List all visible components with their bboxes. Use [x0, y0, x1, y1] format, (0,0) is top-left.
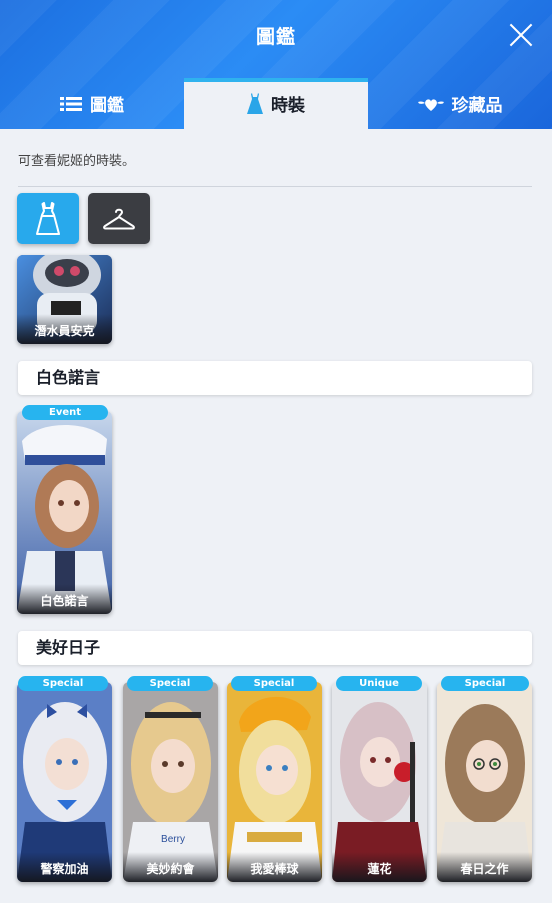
costume-badge: Unique [336, 676, 422, 691]
costume-card[interactable]: 春日之作 [437, 682, 532, 882]
tab-costume-label: 時裝 [271, 96, 305, 116]
page-description: 可查看妮姬的時裝。 [18, 154, 136, 169]
costume-card[interactable]: Berry 美妙約會 [123, 682, 218, 882]
costume-name: 潛水員安克 [17, 314, 112, 344]
tab-codex[interactable]: 圖鑑 [0, 78, 184, 129]
tab-bar: 圖鑑 時裝 珍藏品 [0, 78, 552, 129]
tab-collection[interactable]: 珍藏品 [368, 78, 552, 129]
section-header: 美好日子 [18, 631, 532, 665]
divider [18, 186, 532, 187]
svg-text:Berry: Berry [161, 834, 185, 845]
costume-card[interactable]: 白色諾言 [17, 411, 112, 614]
costume-badge: Special [231, 676, 317, 691]
costume-name: 蓮花 [332, 852, 427, 882]
filter-dress-button[interactable] [17, 193, 79, 244]
costume-name: 美妙約會 [123, 852, 218, 882]
header: 圖鑑 圖鑑 時裝 珍藏品 [0, 0, 552, 129]
window-title: 圖鑑 [255, 26, 296, 48]
costume-badge: Event [22, 405, 108, 420]
costume-badge: Special [127, 676, 213, 691]
filter-hanger-button[interactable] [88, 193, 150, 244]
hanger-icon [103, 208, 135, 229]
tab-collection-label: 珍藏品 [451, 96, 503, 116]
costume-card[interactable]: 警察加油 [17, 682, 112, 882]
costume-name: 白色諾言 [17, 584, 112, 614]
dress-icon [36, 201, 60, 235]
section-header: 白色諾言 [18, 361, 532, 395]
costume-name: 春日之作 [437, 852, 532, 882]
costume-card[interactable]: 潛水員安克 [17, 255, 112, 344]
dress-icon [247, 92, 263, 114]
tab-costume[interactable]: 時裝 [184, 78, 368, 129]
costume-name: 警察加油 [17, 852, 112, 882]
heart-wings-icon [417, 98, 444, 111]
close-icon[interactable] [508, 22, 534, 48]
costume-badge: Special [441, 676, 529, 691]
costume-name: 我愛棒球 [227, 852, 322, 882]
costume-badge: Special [18, 676, 108, 691]
tab-codex-label: 圖鑑 [90, 96, 124, 116]
costume-card[interactable]: 我愛棒球 [227, 682, 322, 882]
costume-card[interactable]: 蓮花 [332, 682, 427, 882]
list-icon [60, 96, 82, 111]
